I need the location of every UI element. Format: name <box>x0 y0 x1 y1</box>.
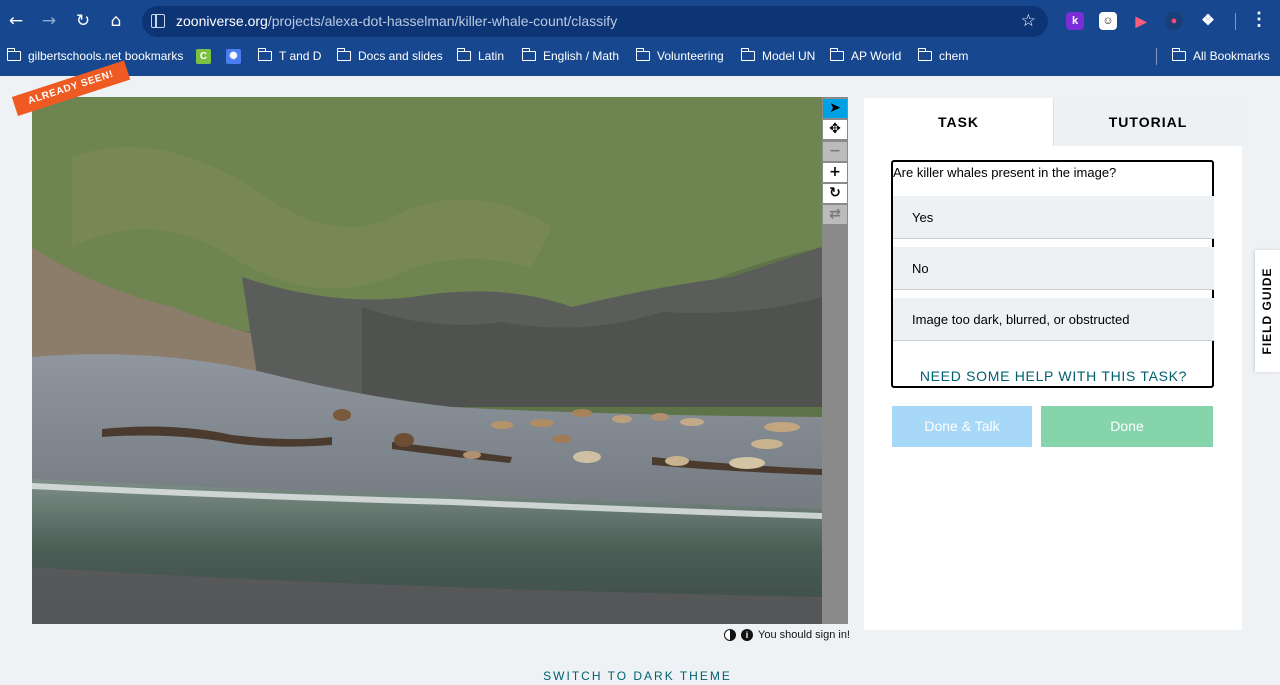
home-icon[interactable]: ⌂ <box>104 9 128 33</box>
browser-chrome: ← → ↻ ⌂ zooniverse.org/projects/alexa-do… <box>0 0 1280 76</box>
bookmarks-bar: gilbertschools.net bookmarks T and D Doc… <box>0 44 1280 70</box>
answer-no[interactable]: No <box>893 247 1214 290</box>
task-panel: TASK TUTORIAL Are killer whales present … <box>864 98 1242 630</box>
folder-icon <box>336 48 351 61</box>
move-icon[interactable]: ✥ <box>823 120 847 139</box>
site-info-icon[interactable] <box>151 14 165 28</box>
url-host: zooniverse.org <box>176 13 268 29</box>
puzzle-extension-icon[interactable]: ❖ <box>1199 12 1217 30</box>
subject-photo <box>32 97 822 624</box>
task-tabs: TASK TUTORIAL <box>864 98 1242 146</box>
all-bookmarks-label: All Bookmarks <box>1193 49 1270 63</box>
circle-extension-icon[interactable]: ● <box>1165 12 1183 30</box>
bookmark-english-math[interactable]: English / Math <box>521 48 620 63</box>
answer-yes[interactable]: Yes <box>893 196 1214 239</box>
k-extension-icon[interactable]: k <box>1066 12 1084 30</box>
folder-icon <box>257 48 272 61</box>
app-favicon-icon[interactable]: ✺ <box>226 49 241 64</box>
reset-icon[interactable]: ⇄ <box>823 205 847 224</box>
address-bar[interactable]: zooniverse.org/projects/alexa-dot-hassel… <box>142 6 1048 37</box>
bookmark-gilbertschools[interactable]: gilbertschools.net bookmarks <box>6 48 184 63</box>
bookmark-latin[interactable]: Latin <box>456 48 505 63</box>
image-toolbar: ➤ ✥ − + ↻ ⇄ <box>822 97 848 624</box>
bookmark-label: T and D <box>279 49 322 63</box>
folder-icon <box>456 48 471 61</box>
done-and-talk-button[interactable]: Done & Talk <box>892 406 1032 447</box>
bookmark-label: Latin <box>478 49 505 63</box>
bookmark-label: Model UN <box>762 49 816 63</box>
field-guide-label: FIELD GUIDE <box>1260 267 1274 355</box>
folder-icon <box>1171 48 1186 61</box>
record-extension-icon[interactable]: ▶ <box>1132 12 1150 30</box>
avatar-extension-icon[interactable]: ☺ <box>1099 12 1117 30</box>
task-help-link[interactable]: NEED SOME HELP WITH THIS TASK? <box>893 368 1214 384</box>
subject-image[interactable] <box>32 97 822 624</box>
answer-too-dark[interactable]: Image too dark, blurred, or obstructed <box>893 298 1214 341</box>
back-icon[interactable]: ← <box>4 9 28 33</box>
cursor-pointer-icon[interactable]: ➤ <box>823 99 847 118</box>
bookmark-label: gilbertschools.net bookmarks <box>28 49 184 63</box>
all-bookmarks[interactable]: All Bookmarks <box>1171 48 1270 63</box>
folder-icon <box>917 48 932 61</box>
bookmark-label: Volunteering <box>657 49 724 63</box>
bookmark-label: chem <box>939 49 969 63</box>
browser-toolbar: ← → ↻ ⌂ zooniverse.org/projects/alexa-do… <box>0 0 1280 42</box>
bookmarks-divider <box>1156 48 1157 65</box>
folder-icon <box>635 48 650 61</box>
bookmark-label: Docs and slides <box>358 49 443 63</box>
task-question-box: Are killer whales present in the image? … <box>891 160 1214 388</box>
tab-tutorial[interactable]: TUTORIAL <box>1053 98 1242 146</box>
switch-dark-theme-link[interactable]: SWITCH TO DARK THEME <box>0 669 1275 683</box>
bookmark-t-and-d[interactable]: T and D <box>257 48 322 63</box>
minus-icon[interactable]: − <box>823 142 847 161</box>
bookmark-volunteering[interactable]: Volunteering <box>635 48 724 63</box>
done-button[interactable]: Done <box>1041 406 1213 447</box>
rotate-icon[interactable]: ↻ <box>823 184 847 203</box>
sign-in-note: You should sign in! <box>758 629 850 641</box>
plus-icon[interactable]: + <box>823 163 847 182</box>
kebab-menu-icon[interactable]: ⋮ <box>1250 9 1268 30</box>
info-icon[interactable]: i <box>741 629 754 641</box>
tab-task[interactable]: TASK <box>864 98 1053 146</box>
toolbar-divider <box>1235 13 1236 30</box>
bookmark-label: AP World <box>851 49 902 63</box>
field-guide-tab[interactable]: FIELD GUIDE <box>1255 250 1280 372</box>
reload-icon[interactable]: ↻ <box>71 9 95 33</box>
bookmark-star-icon[interactable]: ☆ <box>1021 11 1036 31</box>
url-text[interactable]: zooniverse.org/projects/alexa-dot-hassel… <box>176 13 617 29</box>
invert-icon[interactable] <box>724 629 737 641</box>
folder-icon <box>6 48 21 61</box>
url-path: /projects/alexa-dot-hasselman/killer-wha… <box>267 13 618 29</box>
bookmark-label: English / Math <box>543 49 620 63</box>
classroom-favicon-icon[interactable]: C <box>196 49 211 64</box>
bookmark-model-un[interactable]: Model UN <box>740 48 816 63</box>
bookmark-ap-world[interactable]: AP World <box>829 48 902 63</box>
bookmark-docs-and-slides[interactable]: Docs and slides <box>336 48 443 63</box>
folder-icon <box>829 48 844 61</box>
task-question: Are killer whales present in the image? <box>893 165 1117 180</box>
folder-icon <box>740 48 755 61</box>
forward-icon[interactable]: → <box>37 9 61 33</box>
subject-meta-bar: i You should sign in! <box>700 626 850 644</box>
folder-icon <box>521 48 536 61</box>
bookmark-chem[interactable]: chem <box>917 48 969 63</box>
